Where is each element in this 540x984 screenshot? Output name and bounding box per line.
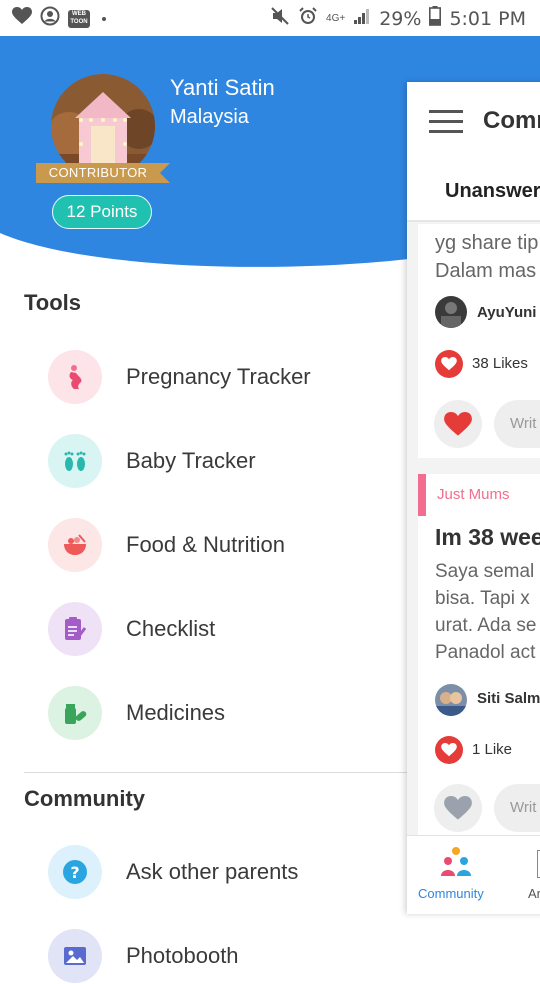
like-count: 38 Likes	[472, 355, 528, 372]
post-author[interactable]: Siti Salm	[477, 690, 540, 707]
user-name: Yanti Satin	[170, 75, 275, 100]
menu-item-pregnancy-tracker[interactable]: Pregnancy Tracker	[48, 349, 311, 405]
nav-next-label[interactable]: Ar	[528, 886, 540, 901]
community-icon[interactable]	[439, 846, 473, 883]
community-heading: Community	[24, 786, 145, 811]
like-count-icon	[435, 350, 463, 378]
menu-label: Checklist	[126, 616, 216, 641]
mute-icon	[270, 6, 290, 31]
like-count-icon	[435, 736, 463, 764]
heart-icon	[12, 7, 32, 30]
battery-icon	[429, 6, 442, 31]
menu-item-baby-tracker[interactable]: Baby Tracker	[48, 433, 256, 489]
status-right: 4G+ 29% 5:01 PM	[270, 6, 526, 31]
webtoon-icon: WEB TOON	[68, 9, 90, 28]
menu-item-ask-parents[interactable]: ? Ask other parents	[48, 844, 298, 900]
tools-heading: Tools	[24, 290, 82, 315]
post-text-line: bisa. Tapi x	[435, 588, 530, 609]
menu-label: Ask other parents	[126, 859, 299, 884]
footprints-icon	[48, 434, 102, 488]
post-text-line: yg share tip	[435, 232, 539, 254]
battery-percent: 29%	[379, 7, 422, 30]
post-category[interactable]: Just Mums	[437, 486, 510, 503]
photo-icon	[48, 929, 102, 983]
question-icon: ?	[48, 845, 102, 899]
dot-icon	[102, 16, 106, 21]
comment-placeholder: Writ	[510, 415, 537, 432]
like-button[interactable]	[434, 784, 482, 832]
tab-unanswered[interactable]: Unanswer	[445, 180, 540, 203]
post-text-line: urat. Ada se	[435, 615, 537, 636]
menu-label: Pregnancy Tracker	[126, 364, 311, 389]
post-author[interactable]: AyuYuni	[477, 304, 536, 321]
pregnant-icon	[48, 350, 102, 404]
status-bar: WEB TOON 4G+ 29% 5:01 PM	[0, 0, 540, 36]
status-left: WEB TOON	[12, 6, 106, 31]
category-marker	[418, 474, 426, 516]
menu-label: Photobooth	[126, 943, 239, 968]
avatar	[435, 684, 467, 716]
section-divider	[24, 772, 408, 773]
tab-underline	[407, 220, 540, 222]
bowl-icon	[48, 518, 102, 572]
clock: 5:01 PM	[449, 7, 526, 30]
menu-item-medicines[interactable]: Medicines	[48, 685, 225, 741]
post-card[interactable]: yg share tip Dalam mas AyuYuni 38 Likes …	[418, 224, 540, 458]
menu-item-food-nutrition[interactable]: Food & Nutrition	[48, 517, 285, 573]
panel-title: Comm	[483, 107, 540, 134]
signal-icon	[353, 7, 371, 30]
points-badge[interactable]: 12 Points	[52, 195, 152, 229]
comment-placeholder: Writ	[510, 799, 537, 816]
menu-item-photobooth[interactable]: Photobooth	[48, 928, 239, 984]
menu-label: Medicines	[126, 700, 226, 725]
like-count: 1 Like	[472, 741, 513, 758]
post-text-line: Panadol act	[435, 642, 536, 663]
panel-top-bar: Comm Unanswer	[407, 82, 540, 222]
menu-label: Food & Nutrition	[126, 532, 285, 557]
post-text-line: Saya semal	[435, 561, 535, 582]
post-title[interactable]: Im 38 wee	[435, 524, 540, 551]
avatar	[435, 296, 467, 328]
checklist-icon	[48, 602, 102, 656]
svg-text:?: ?	[70, 863, 79, 882]
account-icon	[40, 6, 60, 31]
community-panel[interactable]: Comm Unanswer yg share tip Dalam mas Ayu…	[407, 82, 540, 914]
comment-input[interactable]: Writ	[494, 400, 540, 448]
menu-label: Baby Tracker	[126, 448, 256, 473]
contributor-badge: CONTRIBUTOR	[48, 165, 148, 180]
nav-community-label[interactable]: Community	[418, 886, 484, 901]
bottom-nav: Community Ar	[407, 835, 540, 914]
post-text-line: Dalam mas	[435, 260, 537, 282]
menu-item-checklist[interactable]: Checklist	[48, 601, 215, 657]
comment-input[interactable]: Writ	[494, 784, 540, 832]
user-country: Malaysia	[170, 106, 249, 128]
alarm-icon	[298, 6, 318, 31]
post-card[interactable]: Just Mums Im 38 wee Saya semal bisa. Tap…	[418, 474, 540, 844]
hamburger-menu-icon[interactable]	[429, 110, 463, 139]
like-button[interactable]	[434, 400, 482, 448]
network-type: 4G+	[326, 13, 346, 24]
medicine-icon	[48, 686, 102, 740]
